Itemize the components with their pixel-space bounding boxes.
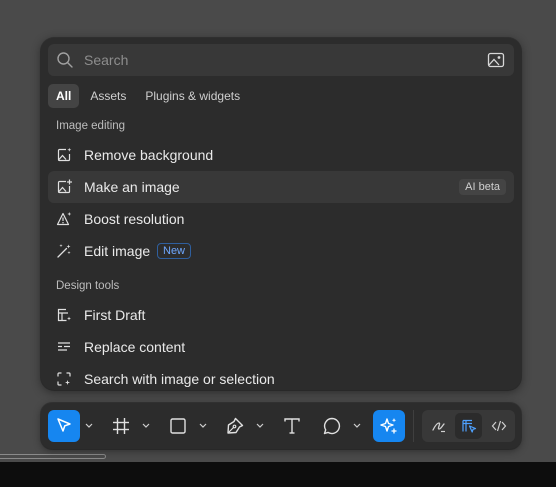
boost-triangle-icon — [56, 212, 72, 226]
scan-sparkle-icon — [57, 372, 71, 386]
text-t-icon — [284, 418, 300, 434]
menu-item-edit-image[interactable]: Edit image New — [48, 235, 514, 267]
search-input[interactable] — [84, 49, 464, 71]
actions-menu-panel: All Assets Plugins & widgets Image editi… — [41, 38, 521, 390]
menu-item-remove-background[interactable]: Remove background — [48, 139, 514, 171]
design-frame-cursor-icon — [462, 419, 477, 433]
image-plus-icon — [57, 179, 72, 194]
menu-item-label: Replace content — [84, 339, 186, 355]
pen-nib-icon — [227, 417, 244, 434]
new-badge: New — [157, 243, 192, 259]
section-title-image-editing: Image editing — [56, 120, 126, 132]
chevron-down-icon[interactable] — [352, 419, 362, 433]
search-icon — [57, 52, 73, 68]
draw-mode-button[interactable] — [425, 413, 452, 439]
chevron-down-icon[interactable] — [255, 419, 265, 433]
horizontal-scrollbar[interactable] — [0, 454, 106, 459]
menu-item-first-draft[interactable]: First Draft — [48, 299, 514, 331]
menu-item-label: Remove background — [84, 147, 214, 163]
dev-mode-button[interactable] — [485, 413, 512, 439]
pen-tool-button[interactable] — [219, 410, 251, 442]
ai-beta-badge: AI beta — [459, 179, 506, 195]
rectangle-icon — [170, 418, 186, 434]
tab-assets[interactable]: Assets — [82, 84, 134, 108]
menu-item-label: Boost resolution — [84, 211, 185, 227]
sparkle-image-icon — [57, 147, 72, 162]
tab-bar: All Assets Plugins & widgets — [48, 84, 248, 108]
tab-plugins-widgets[interactable]: Plugins & widgets — [137, 84, 248, 108]
design-mode-button[interactable] — [455, 413, 482, 439]
move-tool-button[interactable] — [48, 410, 80, 442]
code-brackets-icon — [491, 420, 507, 432]
menu-item-label: First Draft — [84, 307, 146, 323]
layout-sparkle-icon — [57, 308, 71, 322]
image-search-icon[interactable] — [487, 51, 505, 69]
comment-tool-button[interactable] — [316, 410, 348, 442]
mode-switcher — [422, 410, 515, 442]
bottom-toolbar — [41, 403, 521, 449]
section-title-design-tools: Design tools — [56, 280, 120, 292]
menu-item-make-an-image[interactable]: Make an image AI beta — [48, 171, 514, 203]
menu-item-label: Edit image — [84, 243, 151, 259]
text-lines-icon — [58, 342, 70, 351]
chevron-down-icon[interactable] — [84, 419, 94, 433]
menu-item-search-with-image[interactable]: Search with image or selection — [48, 363, 514, 390]
cursor-arrow-icon — [57, 418, 71, 432]
menu-item-boost-resolution[interactable]: Boost resolution — [48, 203, 514, 235]
magic-wand-icon — [57, 244, 71, 258]
text-tool-button[interactable] — [276, 410, 308, 442]
chevron-down-icon[interactable] — [198, 419, 208, 433]
menu-item-replace-content[interactable]: Replace content — [48, 331, 514, 363]
actions-tool-button[interactable] — [373, 410, 405, 442]
chevron-down-icon[interactable] — [141, 419, 151, 433]
menu-item-label: Make an image — [84, 179, 180, 195]
frame-icon — [113, 418, 129, 434]
menu-item-label: Search with image or selection — [84, 371, 275, 387]
tab-all[interactable]: All — [48, 84, 80, 108]
ai-sparkle-icon — [380, 418, 397, 434]
search-box — [48, 44, 514, 76]
shape-tool-button[interactable] — [162, 410, 194, 442]
toolbar-divider — [413, 410, 414, 442]
draw-squiggle-icon — [432, 422, 445, 433]
bottom-bar — [0, 462, 556, 487]
comment-bubble-icon — [323, 417, 341, 435]
frame-tool-button[interactable] — [105, 410, 137, 442]
